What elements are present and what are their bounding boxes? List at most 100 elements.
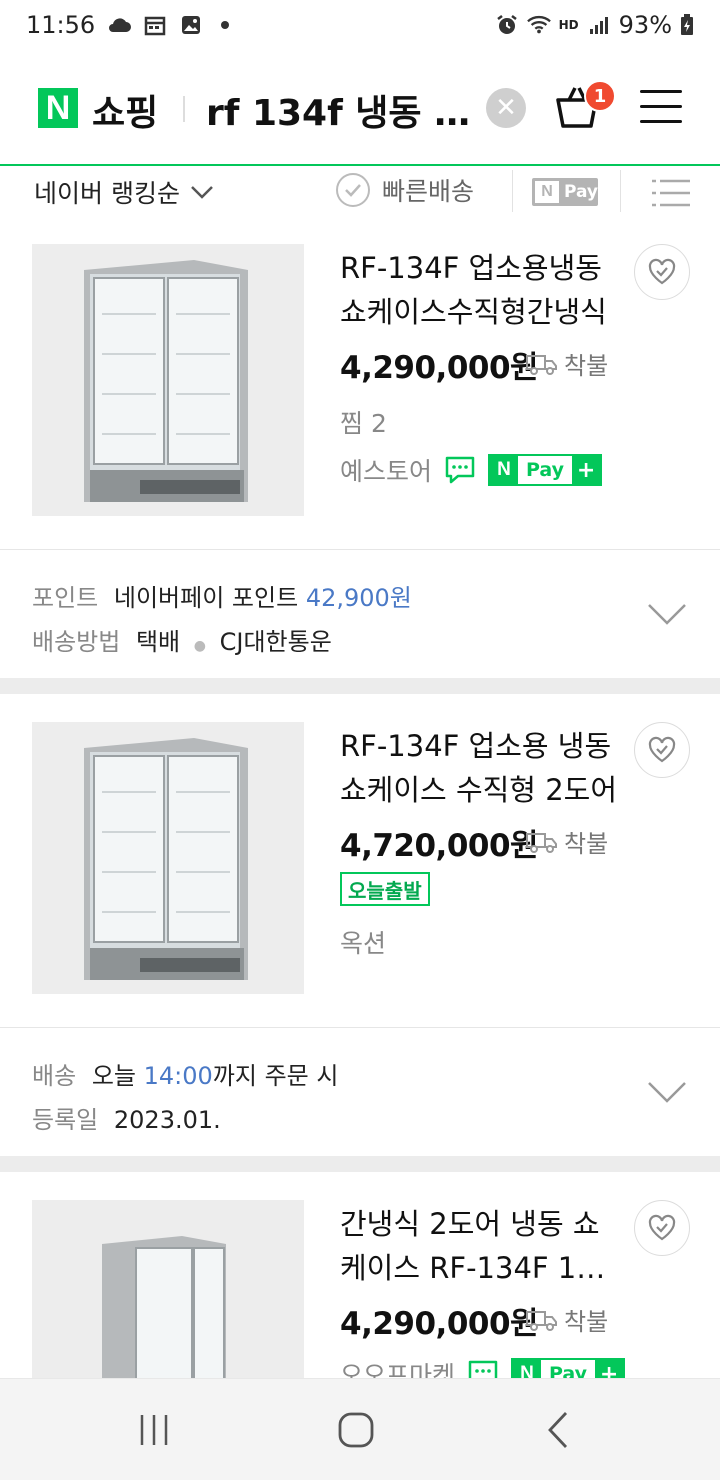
plus-icon: + [572, 456, 601, 484]
list-view-icon [652, 179, 690, 207]
wishlist-button[interactable] [634, 722, 690, 778]
chevron-down-icon [648, 1082, 686, 1103]
npay-filter[interactable]: N Pay [532, 178, 598, 206]
order-deadline-suffix: 까지 주문 시 [212, 1062, 339, 1090]
product-price: 4,290,000원 [340, 350, 539, 386]
battery-icon [680, 14, 694, 36]
npay-filter-label: Pay [563, 182, 598, 202]
info-value: 오늘 [91, 1062, 136, 1090]
truck-icon [526, 1310, 557, 1331]
truck-icon [526, 832, 557, 853]
section-separator [0, 678, 720, 694]
info-label: 등록일 [32, 1106, 99, 1134]
info-value: 택배 [135, 628, 181, 656]
point-info-row: 포인트 네이버페이 포인트 42,900원 [32, 578, 412, 613]
recent-apps-button[interactable] [124, 1409, 184, 1451]
store-name[interactable]: 옥션 [340, 924, 386, 960]
home-button[interactable] [326, 1409, 386, 1451]
npay-filter-letter: N [535, 181, 559, 203]
list-view-button[interactable] [650, 176, 692, 210]
shipping-info: 착불 [526, 1302, 608, 1337]
signal-icon [587, 14, 611, 36]
heart-icon [648, 1214, 676, 1241]
zzim-count: 찜 2 [340, 409, 387, 438]
product-price: 4,290,000원 [340, 1306, 539, 1342]
shopping-search-page: 11:56 HD 93% N 쇼핑 rf 134f 냉동 쇼 ✕ 1 네이버 랭… [0, 0, 720, 1480]
fast-delivery-label: 빠른배송 [382, 177, 475, 206]
fast-delivery-filter[interactable]: 빠른배송 [336, 172, 474, 208]
order-deadline-time: 14:00 [143, 1062, 213, 1090]
back-button[interactable] [528, 1409, 588, 1451]
menu-button[interactable] [640, 90, 682, 124]
info-value: 2023.01. [113, 1106, 221, 1134]
menu-icon [640, 90, 682, 93]
wishlist-button[interactable] [634, 244, 690, 300]
shipping-label: 착불 [564, 352, 609, 380]
info-label: 포인트 [32, 584, 99, 612]
heart-icon [648, 736, 676, 763]
product-image[interactable] [32, 722, 304, 994]
calendar-icon [143, 14, 167, 36]
info-value: 네이버페이 포인트 [113, 584, 299, 612]
shipping-label: 착불 [564, 1308, 609, 1336]
wishlist-button[interactable] [634, 1200, 690, 1256]
home-icon [338, 1412, 374, 1448]
chevron-down-icon [191, 186, 213, 199]
menu-icon [640, 120, 682, 123]
npay-plus-badge: N Pay + [488, 454, 603, 486]
hd-voice-label: HD [558, 18, 579, 32]
chevron-down-icon [648, 604, 686, 625]
menu-icon [640, 105, 682, 108]
divider [0, 1027, 720, 1028]
image-icon [179, 14, 203, 36]
npay-label: Pay [526, 459, 565, 481]
close-icon: ✕ [495, 93, 517, 123]
point-amount: 42,900원 [305, 584, 412, 612]
check-icon [336, 173, 370, 207]
clear-search-button[interactable]: ✕ [486, 88, 526, 128]
system-nav-bar [0, 1378, 720, 1480]
product-title-text: 간냉식 2도어 냉동 쇼케이스 RF-134F 1등급 [340, 1207, 603, 1285]
sort-dropdown[interactable]: 네이버 랭킹순 [34, 174, 214, 210]
store-row: 예스토어 N Pay + [340, 452, 603, 488]
expand-button[interactable] [646, 1080, 688, 1104]
back-icon [548, 1412, 568, 1448]
expand-button[interactable] [646, 602, 688, 626]
product-title[interactable]: RF-134F 업소용 냉동쇼케이스 수직형 2도어 [340, 724, 620, 812]
search-header: N 쇼핑 rf 134f 냉동 쇼케이스 ✕ 1 [0, 50, 720, 166]
section-separator [0, 1156, 720, 1172]
info-label: 배송방법 [32, 628, 121, 656]
store-name[interactable]: 예스토어 [340, 452, 432, 488]
status-bar: 11:56 HD 93% [0, 0, 720, 50]
alarm-icon [495, 14, 519, 36]
filter-divider [620, 170, 621, 212]
truck-icon [526, 354, 557, 375]
battery-percent: 93% [618, 11, 672, 39]
heart-icon [648, 258, 676, 285]
naver-logo-letter: N [45, 88, 71, 127]
product-image[interactable] [32, 244, 304, 516]
delivery-info-row: 배송 오늘 14:00까지 주문 시 [32, 1056, 338, 1091]
delivery-method-row: 배송방법 택배 ● CJ대한통운 [32, 622, 332, 657]
status-time: 11:56 [26, 11, 96, 39]
shopping-logo-text[interactable]: 쇼핑 [92, 84, 158, 136]
recent-apps-icon [140, 1415, 168, 1445]
product-title-text: RF-134F 업소용냉동쇼케이스수직형간냉식 [340, 251, 607, 329]
product-price: 4,720,000원 [340, 828, 539, 864]
filter-bar: 네이버 랭킹순 빠른배송 N Pay [0, 166, 720, 218]
npay-letter: N [490, 456, 519, 484]
talk-icon[interactable] [444, 455, 476, 485]
register-date-row: 등록일 2023.01. [32, 1100, 221, 1135]
product-title[interactable]: 간냉식 2도어 냉동 쇼케이스 RF-134F 1등급 [340, 1202, 620, 1290]
cart-count-badge: 1 [584, 80, 616, 112]
divider [0, 549, 720, 550]
notification-dot [221, 21, 230, 29]
product-title[interactable]: RF-134F 업소용냉동쇼케이스수직형간냉식 [340, 246, 620, 334]
courier-name: CJ대한통운 [219, 628, 332, 656]
shipping-label: 착불 [564, 830, 609, 858]
naver-logo[interactable]: N [38, 88, 78, 128]
wifi-icon [526, 14, 551, 36]
info-label: 배송 [32, 1062, 77, 1090]
search-query-input[interactable]: rf 134f 냉동 쇼케이스 [206, 84, 482, 136]
bullet-separator: ● [193, 638, 206, 654]
